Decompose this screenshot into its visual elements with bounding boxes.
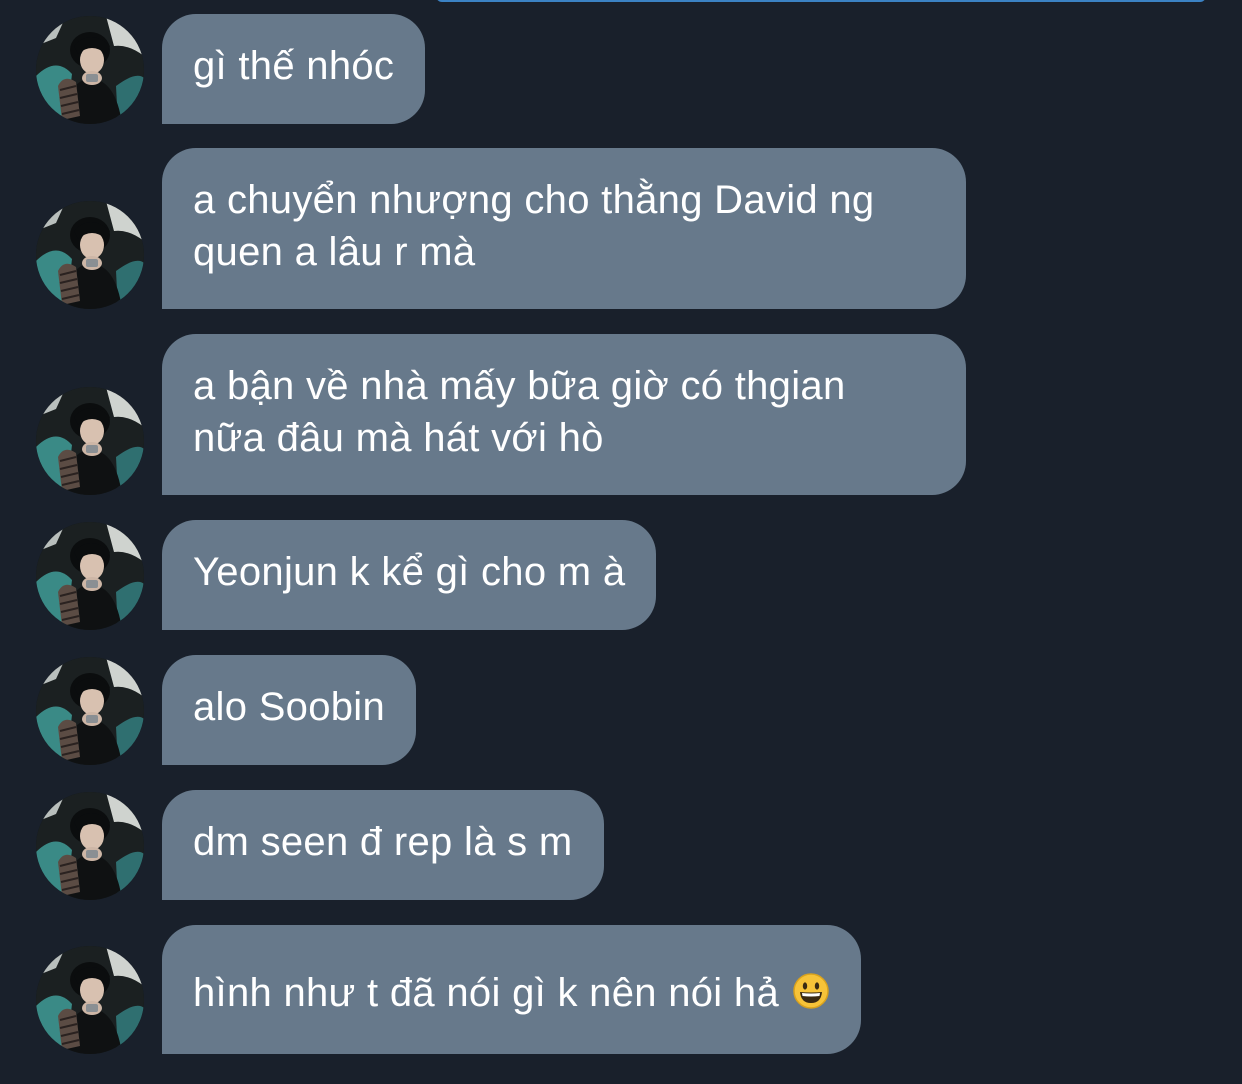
top-accent-bar xyxy=(436,0,1206,2)
message-bubble[interactable]: a bận về nhà mấy bữa giờ có thgian nữa đ… xyxy=(162,334,966,495)
avatar[interactable] xyxy=(36,16,144,124)
avatar-image xyxy=(36,16,144,124)
avatar-image xyxy=(36,522,144,630)
message-text: Yeonjun k kể gì cho m à xyxy=(193,550,626,594)
message-text-line: nữa đâu mà hát với hò xyxy=(193,416,604,460)
message-bubble[interactable]: hình như t đã nói gì k nên nói hả xyxy=(162,925,862,1054)
message-text-line: a bận về nhà mấy bữa giờ có thgian xyxy=(193,364,846,408)
avatar[interactable] xyxy=(36,522,144,630)
message-bubble[interactable]: alo Soobin xyxy=(162,655,417,765)
message-text: dm seen đ rep là s m xyxy=(193,820,573,864)
message-bubble[interactable]: dm seen đ rep là s m xyxy=(162,790,604,900)
message-text: alo Soobin xyxy=(193,685,386,729)
message-text: gì thế nhóc xyxy=(193,44,395,88)
avatar-image xyxy=(36,387,144,495)
message-bubble[interactable]: gì thế nhóc xyxy=(162,14,426,124)
avatar[interactable] xyxy=(36,946,144,1054)
avatar[interactable] xyxy=(36,792,144,900)
avatar-image xyxy=(36,792,144,900)
message-bubble[interactable]: a chuyển nhượng cho thằng David ng quen … xyxy=(162,148,966,309)
avatar[interactable] xyxy=(36,201,144,309)
message-text-line: a chuyển nhượng cho thằng David ng xyxy=(193,178,875,222)
message-bubble[interactable]: Yeonjun k kể gì cho m à xyxy=(162,520,657,630)
avatar[interactable] xyxy=(36,657,144,765)
avatar-image xyxy=(36,946,144,1054)
avatar-image xyxy=(36,657,144,765)
grinning-face-icon xyxy=(793,973,830,1009)
avatar[interactable] xyxy=(36,387,144,495)
message-text: hình như t đã nói gì k nên nói hả xyxy=(193,971,779,1015)
message-text-line: quen a lâu r mà xyxy=(193,230,476,274)
avatar-image xyxy=(36,201,144,309)
